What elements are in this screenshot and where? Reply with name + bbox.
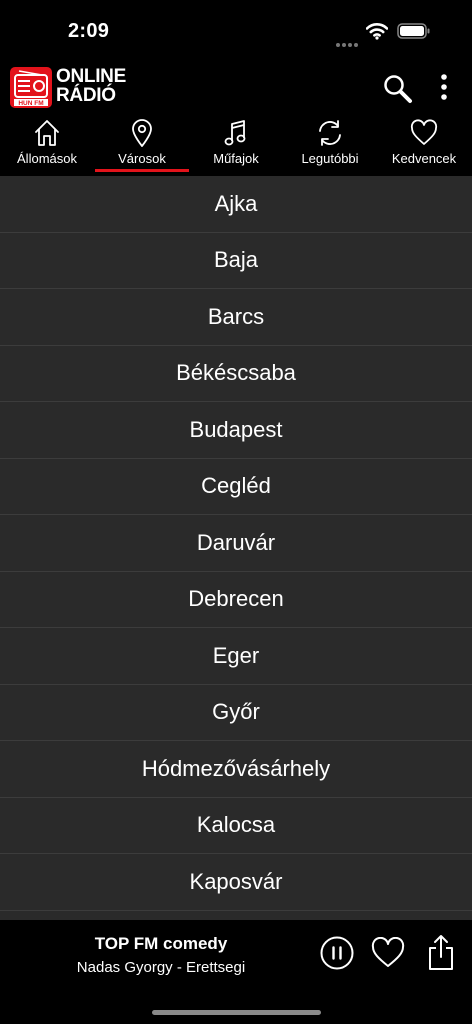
tab-bar: Állomások Városok Műfajok Legutóbbi Kedv…: [0, 114, 472, 176]
list-item[interactable]: Barcs: [0, 289, 472, 346]
home-indicator[interactable]: [152, 1010, 321, 1015]
refresh-icon: [319, 120, 341, 146]
tab-genres[interactable]: Műfajok: [189, 114, 283, 176]
app-logo-icon: HUN FM: [10, 67, 52, 108]
map-pin-icon: [132, 119, 152, 147]
more-options-icon[interactable]: [430, 72, 458, 104]
battery-icon: [397, 23, 430, 39]
share-icon[interactable]: [428, 933, 454, 971]
favorite-heart-icon[interactable]: [371, 937, 405, 969]
list-item[interactable]: Kaposvár: [0, 854, 472, 911]
selected-tab-indicator: [95, 169, 189, 172]
tab-label: Legutóbbi: [301, 151, 359, 166]
list-item[interactable]: Békéscsaba: [0, 345, 472, 402]
tab-cities[interactable]: Városok: [95, 114, 189, 176]
tab-stations[interactable]: Állomások: [0, 114, 94, 176]
station-name[interactable]: TOP FM comedy: [0, 934, 322, 954]
home-icon: [35, 120, 59, 146]
list-item[interactable]: [0, 910, 472, 920]
list-item[interactable]: Budapest: [0, 402, 472, 459]
music-note-icon: [224, 120, 246, 146]
tab-recent[interactable]: Legutóbbi: [283, 114, 377, 176]
list-item[interactable]: Kalocsa: [0, 797, 472, 854]
tab-label: Kedvencek: [391, 151, 457, 166]
list-item[interactable]: Baja: [0, 232, 472, 289]
list-item[interactable]: Cegléd: [0, 458, 472, 515]
tab-favorites[interactable]: Kedvencek: [377, 114, 471, 176]
list-item[interactable]: Ajka: [0, 176, 472, 233]
pause-icon[interactable]: [320, 936, 354, 970]
list-item[interactable]: Debrecen: [0, 571, 472, 628]
logo-line-2: RÁDIÓ: [56, 85, 116, 106]
app-logo-text: ONLINE RÁDIÓ: [56, 67, 126, 105]
tab-label: Városok: [118, 151, 166, 166]
app-header: HUN FM ONLINE RÁDIÓ: [0, 62, 472, 114]
heart-icon: [410, 119, 438, 145]
status-bar: 2:09: [0, 0, 472, 62]
tab-label: Műfajok: [213, 151, 259, 166]
now-playing-bar: TOP FM comedy Nadas Gyorgy - Erettsegi: [0, 920, 472, 1024]
list-item[interactable]: Hódmezővásárhely: [0, 741, 472, 798]
logo-badge: HUN FM: [18, 100, 43, 107]
logo-line-1: ONLINE: [56, 66, 126, 87]
status-time: 2:09: [68, 20, 110, 42]
list-item[interactable]: Daruvár: [0, 515, 472, 572]
list-item[interactable]: Győr: [0, 684, 472, 741]
city-list[interactable]: Ajka Baja Barcs Békéscsaba Budapest Cegl…: [0, 176, 472, 920]
track-title: Nadas Gyorgy - Erettsegi: [76, 959, 246, 976]
wifi-icon: [366, 23, 388, 40]
list-item[interactable]: Eger: [0, 628, 472, 685]
search-icon[interactable]: [382, 73, 414, 105]
cellular-signal-icon: [336, 34, 360, 52]
tab-label: Állomások: [17, 151, 77, 166]
